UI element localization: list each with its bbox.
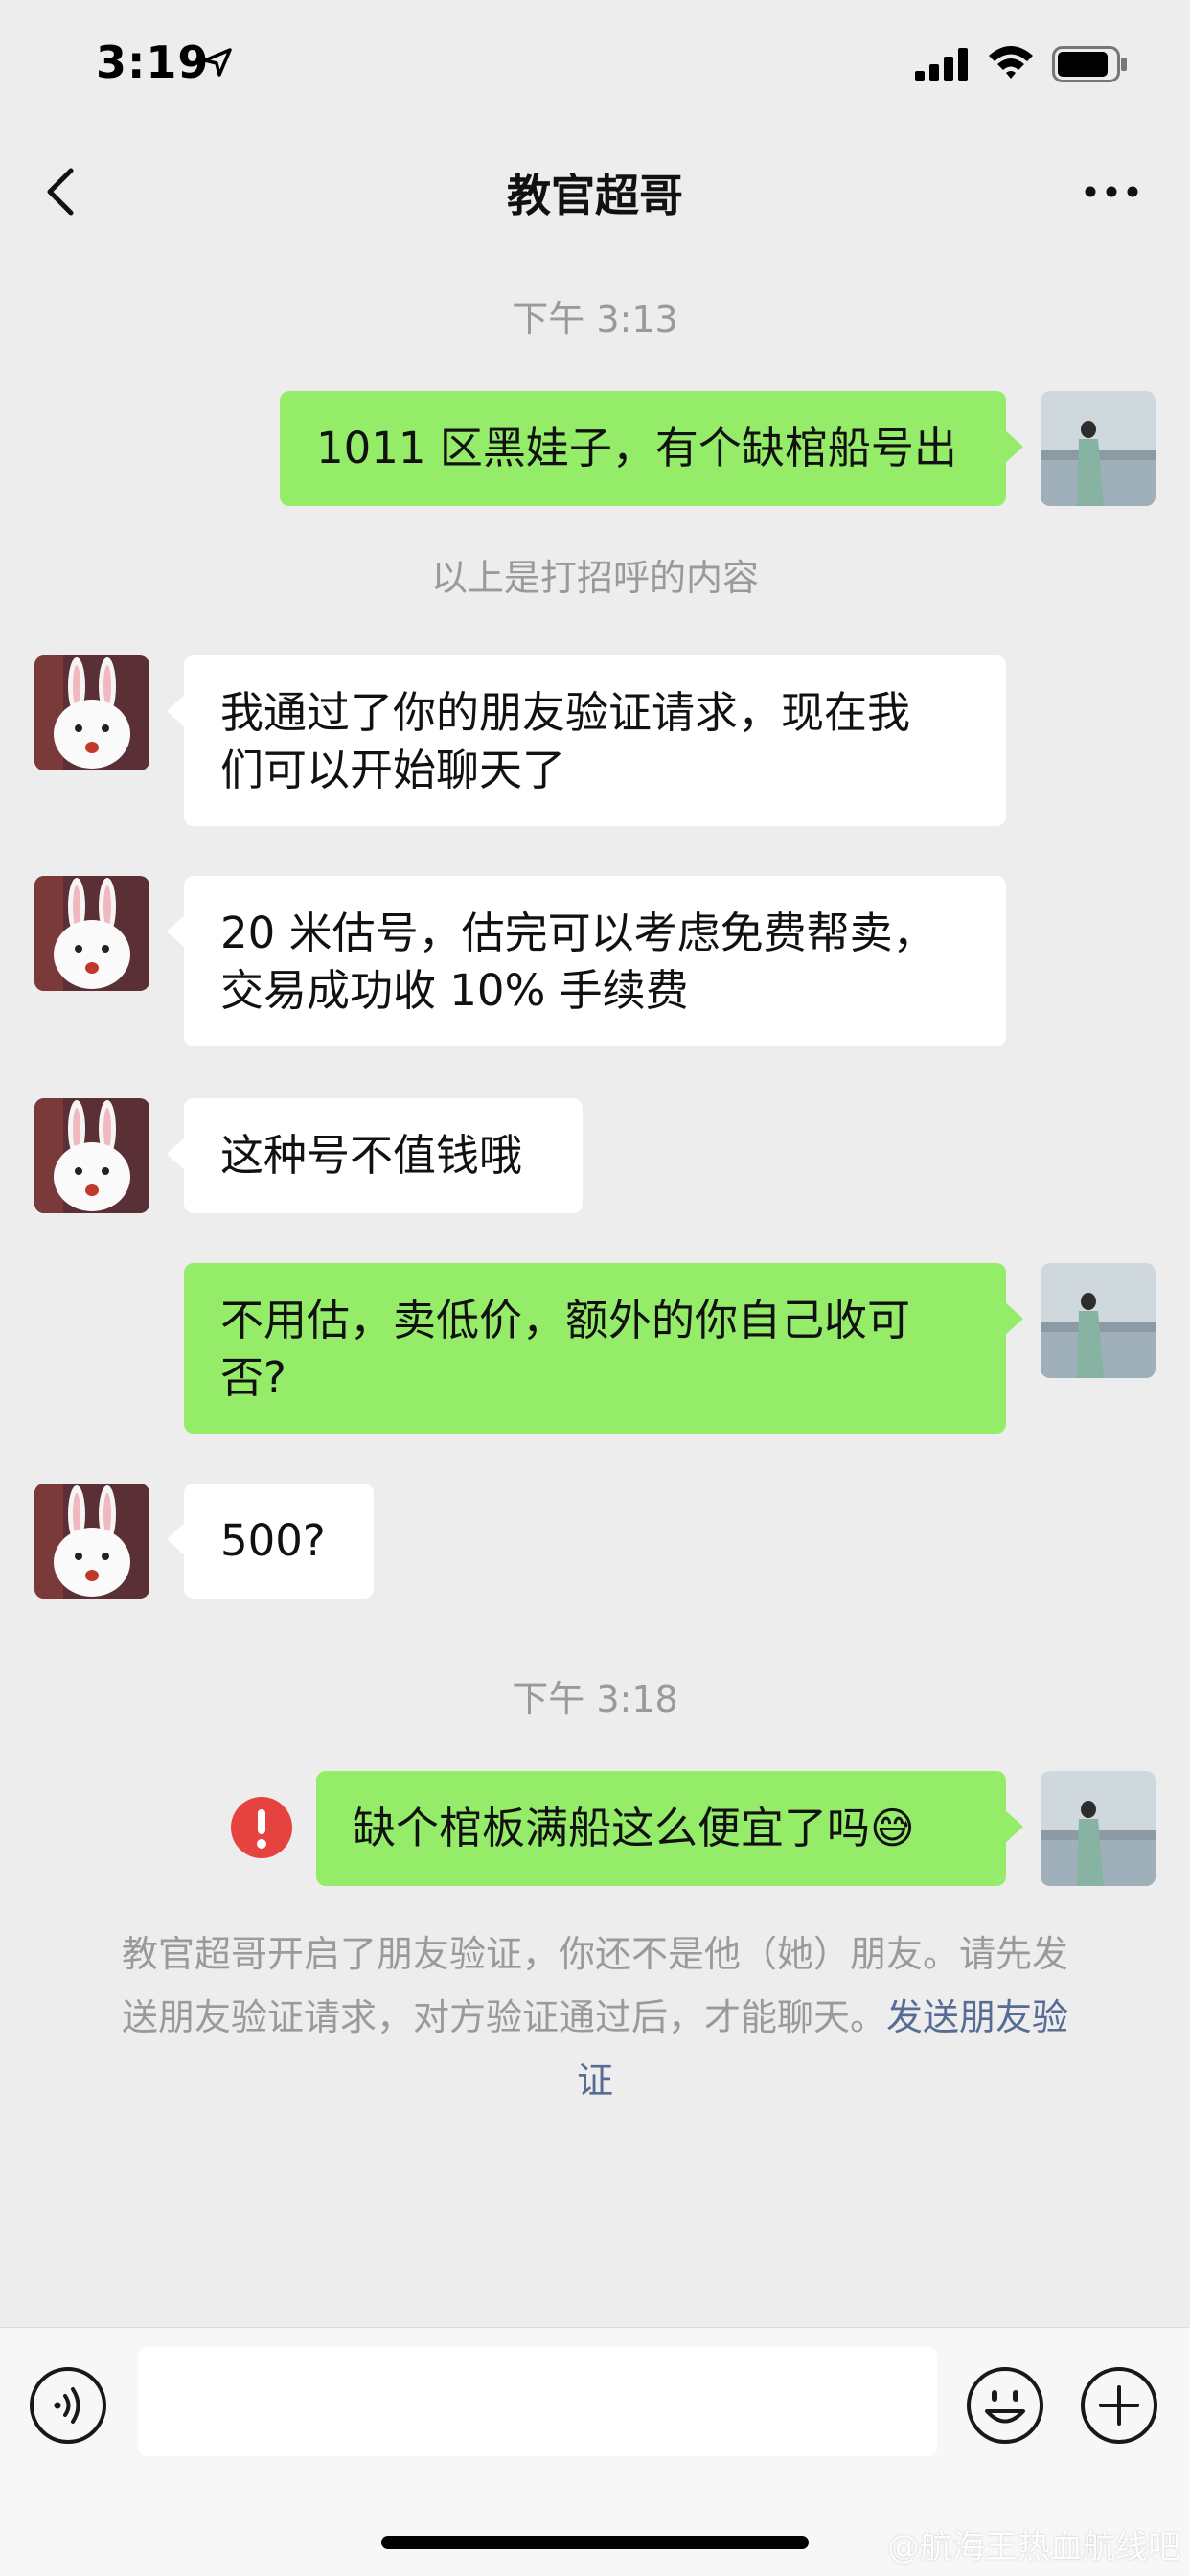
notice-line: 教官超哥开启了朋友验证，你还不是他（她）朋友。请先发 <box>121 1933 1068 1975</box>
contact-avatar[interactable] <box>34 1484 149 1598</box>
location-arrow-icon <box>203 48 232 77</box>
message-bubble-received[interactable]: 我通过了你的朋友验证请求，现在我 们可以开始聊天了 <box>167 656 1006 826</box>
status-bar: 3:19 <box>0 0 1190 134</box>
message-input[interactable] <box>138 2347 937 2456</box>
message-text: 缺个棺板满船这么便宜了吗 <box>353 1803 871 1853</box>
message-bubble-received[interactable]: 这种号不值钱哦 <box>167 1098 583 1213</box>
greeting-note: 以上是打招呼的内容 <box>430 557 759 599</box>
plus-icon[interactable] <box>1080 2366 1158 2445</box>
wifi-icon <box>989 46 1033 79</box>
message-bubble-sent[interactable]: 1011 区黑娃子，有个缺棺船号出 <box>280 391 1023 506</box>
error-icon[interactable] <box>230 1796 293 1859</box>
notice-line: 证 <box>86 2049 1104 2112</box>
status-time: 3:19 <box>96 36 210 88</box>
chat-title: 教官超哥 <box>507 170 683 221</box>
message-text-line: 交易成功收 10% 手续费 <box>220 965 689 1016</box>
time-divider: 下午 3:13 <box>512 298 678 340</box>
message-bubble-received[interactable]: 500? <box>167 1484 374 1598</box>
grinning-sweat-emoji: 😅 <box>870 1803 915 1853</box>
notice-text: 送朋友验证请求，对方验证通过后，才能聊天。 <box>121 1996 886 2038</box>
send-verification-link[interactable]: 发送朋友验 <box>886 1996 1068 2038</box>
home-indicator[interactable] <box>381 2536 809 2549</box>
send-verification-link-continued[interactable]: 证 <box>577 2059 613 2102</box>
contact-avatar[interactable] <box>34 1098 149 1213</box>
message-text-line: 20 米估号，估完可以考虑免费帮卖， <box>220 908 936 958</box>
message-text: 500? <box>220 1515 326 1566</box>
time-divider: 下午 3:18 <box>512 1678 678 1720</box>
verification-notice: 教官超哥开启了朋友验证，你还不是他（她）朋友。请先发 送朋友验证请求，对方验证通… <box>86 1922 1104 2112</box>
message-text: 1011 区黑娃子，有个缺棺船号出 <box>316 423 957 473</box>
notice-line: 送朋友验证请求，对方验证通过后，才能聊天。发送朋友验 <box>86 1986 1104 2049</box>
message-text-line: 否? <box>220 1352 286 1403</box>
message-bubble-sent[interactable]: 不用估，卖低价，额外的你自己收可 否? <box>184 1263 1023 1434</box>
message-bubble-sent[interactable]: 缺个棺板满船这么便宜了吗😅 <box>316 1771 1023 1886</box>
message-text-line: 我通过了你的朋友验证请求，现在我 <box>220 687 911 738</box>
message-bubble-received[interactable]: 20 米估号，估完可以考虑免费帮卖， 交易成功收 10% 手续费 <box>167 876 1006 1046</box>
watermark: @航海王热血航线吧 <box>887 2528 1180 2566</box>
emoji-icon[interactable] <box>966 2366 1044 2445</box>
my-avatar[interactable] <box>1041 391 1156 506</box>
message-text-line: 不用估，卖低价，额外的你自己收可 <box>220 1295 911 1346</box>
message-text-line: 们可以开始聊天了 <box>220 745 566 795</box>
contact-avatar[interactable] <box>34 876 149 991</box>
battery-icon <box>1052 46 1127 82</box>
my-avatar[interactable] <box>1041 1263 1156 1378</box>
cellular-signal-icon <box>915 48 968 80</box>
message-text: 这种号不值钱哦 <box>220 1130 523 1181</box>
nav-bar: 教官超哥 <box>0 134 1190 249</box>
more-icon[interactable] <box>1083 182 1140 201</box>
contact-avatar[interactable] <box>34 656 149 770</box>
voice-icon[interactable] <box>29 2366 107 2445</box>
my-avatar[interactable] <box>1041 1771 1156 1886</box>
